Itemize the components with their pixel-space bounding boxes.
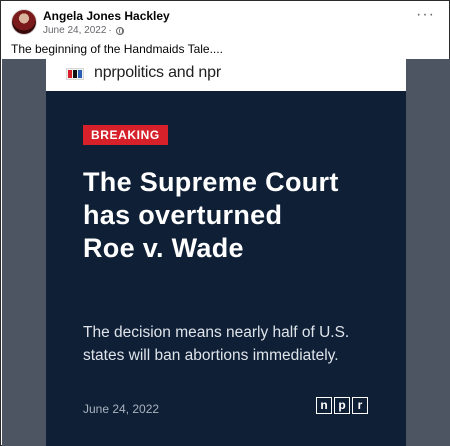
post-caption: The beginning of the Handmaids Tale....	[11, 42, 223, 56]
npr-logo-letter: r	[352, 397, 368, 414]
more-options-icon[interactable]: ···	[416, 7, 435, 23]
headline: The Supreme Court has overturned Roe v. …	[83, 166, 383, 265]
post-frame: Angela Jones Hackley June 24, 2022 · ···…	[0, 0, 450, 446]
subtext-line: states will ban abortions immediately.	[83, 347, 339, 364]
card-source: nprpolitics and npr	[94, 64, 221, 81]
headline-line: The Supreme Court	[83, 167, 339, 197]
globe-icon	[115, 26, 124, 35]
subtext-line: The decision means nearly half of U.S.	[83, 324, 350, 341]
breaking-badge: BREAKING	[83, 125, 168, 145]
post-date[interactable]: June 24, 2022	[43, 25, 106, 36]
npr-card: nprpolitics and npr BREAKING The Supreme…	[46, 59, 406, 446]
npr-logo-letter: n	[316, 397, 332, 414]
npr-logo: n p r	[316, 397, 368, 417]
post-header: Angela Jones Hackley June 24, 2022 · ···…	[1, 1, 449, 63]
card-date: June 24, 2022	[83, 402, 160, 416]
author-name[interactable]: Angela Jones Hackley	[43, 9, 170, 23]
post-image[interactable]: nprpolitics and npr BREAKING The Supreme…	[2, 59, 450, 446]
headline-line: Roe v. Wade	[83, 233, 244, 263]
subtext: The decision means nearly half of U.S. s…	[83, 321, 393, 367]
headline-line: has overturned	[83, 200, 283, 230]
card-source-bar: nprpolitics and npr	[46, 59, 406, 91]
npr-logo-letter: p	[334, 397, 350, 414]
npr-avatar-icon	[64, 64, 86, 84]
post-meta: June 24, 2022 ·	[43, 25, 124, 36]
avatar[interactable]	[11, 9, 37, 35]
